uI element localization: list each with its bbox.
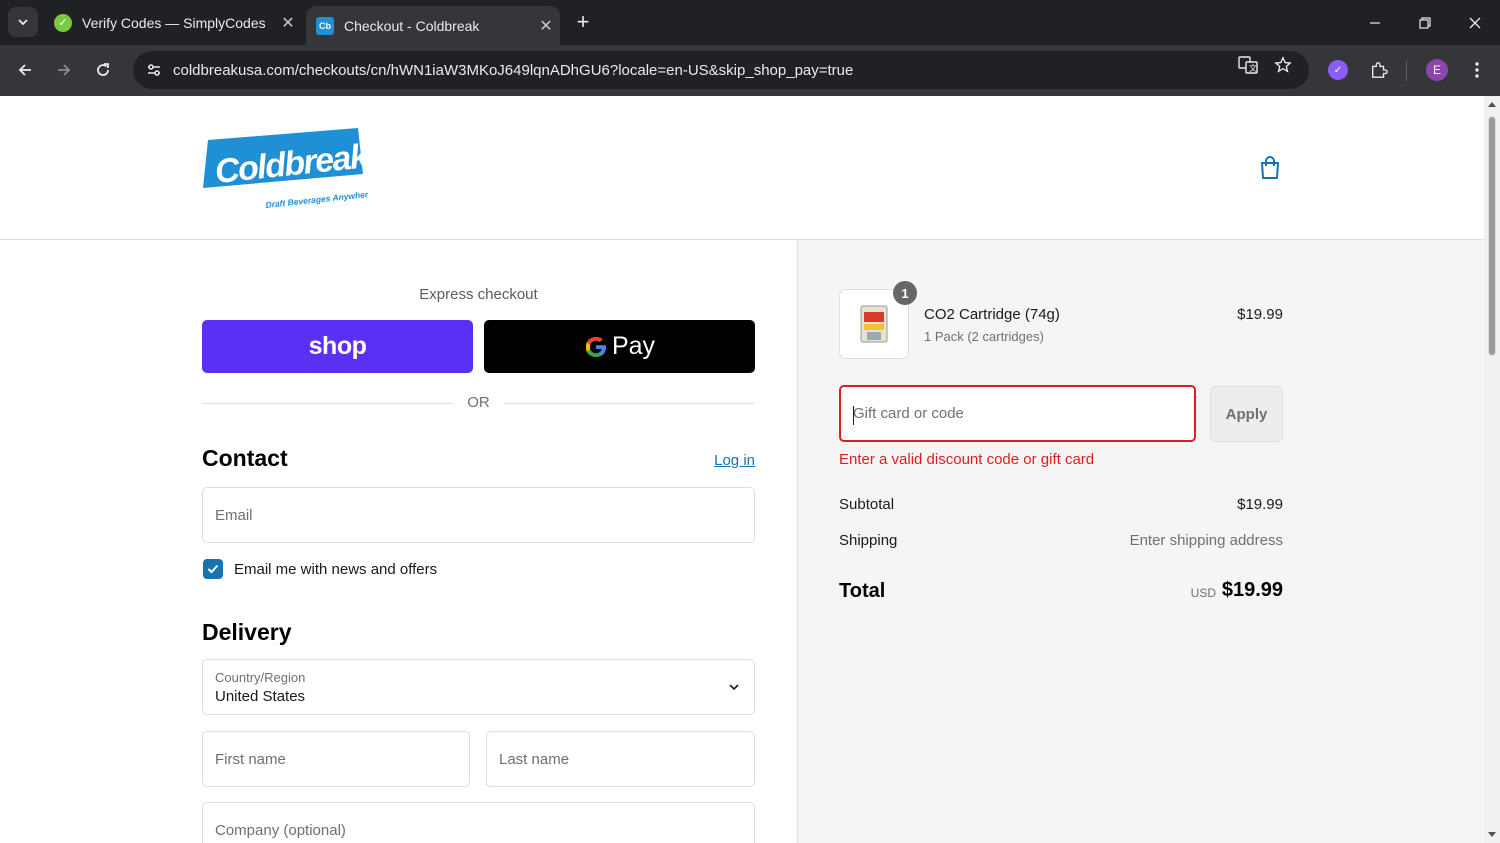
google-g-icon [585,336,606,357]
close-icon[interactable]: ✕ [274,13,302,33]
company-placeholder: Company (optional) [215,821,346,839]
forward-button[interactable] [49,55,79,85]
tab-checkout[interactable]: Cb Checkout - Coldbreak ✕ [306,6,560,45]
country-value: United States [215,688,306,705]
shop-pay-button[interactable]: shop [202,320,473,373]
quantity-badge: 1 [893,281,917,305]
site-info-button[interactable] [137,51,171,89]
shipping-value: Enter shipping address [1129,532,1283,549]
checkout-header: Coldbreak Draft Beverages Anywhere [0,96,1484,240]
discount-error-message: Enter a valid discount code or gift card [839,451,1095,468]
arrow-right-icon [58,64,71,76]
logo-image: Coldbreak Draft Beverages Anywhere [203,128,374,210]
login-link[interactable]: Log in [700,452,755,469]
cart-button[interactable] [1256,154,1284,182]
browser-toolbar: coldbreakusa.com/checkouts/cn/hWN1iaW3MK… [0,45,1500,96]
arrow-left-icon [18,64,31,76]
total-currency: USD [1190,586,1216,600]
toolbar-divider [1406,61,1407,81]
total-label: Total [839,580,886,602]
product-variant: 1 Pack (2 cartridges) [924,329,1044,344]
email-field[interactable]: Email [202,487,755,543]
google-pay-button[interactable]: Pay [484,320,755,373]
email-placeholder: Email [215,506,253,524]
company-field[interactable]: Company (optional) [202,802,755,843]
shipping-label: Shipping [839,532,898,549]
coldbreak-logo[interactable]: Coldbreak Draft Beverages Anywhere [203,128,374,210]
last-name-placeholder: Last name [499,750,570,768]
discount-placeholder: Gift card or code [853,405,964,422]
close-window-button[interactable] [1450,0,1500,45]
scrollbar-thumb[interactable] [1488,116,1496,356]
tab-simplycodes[interactable]: ✓ Verify Codes — SimplyCodes ✕ [42,0,302,45]
close-icon[interactable]: ✕ [532,16,560,36]
first-name-field[interactable]: First name [202,731,470,787]
back-button[interactable] [10,55,40,85]
translate-icon: 文 [1238,56,1258,74]
scroll-up-arrow[interactable] [1488,102,1496,107]
star-icon [1274,56,1292,73]
browser-menu-button[interactable] [1462,55,1492,85]
profile-button[interactable]: E [1422,55,1452,85]
tune-icon [148,64,160,76]
newsletter-label: Email me with news and offers [234,561,438,578]
google-pay-label: Pay [611,332,656,360]
restore-button[interactable] [1400,0,1450,45]
extension-simplycodes[interactable]: ✓ [1323,55,1353,85]
bookmark-button[interactable] [1272,54,1294,76]
express-checkout-label: Express checkout [419,286,538,303]
text-caret [853,406,854,425]
subtotal-value: $19.99 [1237,496,1283,513]
discount-code-input[interactable]: Gift card or code [839,385,1196,442]
subtotal-label: Subtotal [839,496,895,513]
simplycodes-favicon: ✓ [54,13,72,32]
scroll-down-arrow[interactable] [1488,832,1496,837]
last-name-field[interactable]: Last name [486,731,755,787]
contact-heading: Contact [202,445,288,471]
coldbreak-favicon: Cb [316,16,334,35]
puzzle-icon [1372,62,1388,78]
restore-icon [1419,16,1431,29]
reload-icon [97,63,109,76]
close-icon [1469,17,1481,28]
or-divider: OR [202,394,755,414]
apply-label: Apply [1225,405,1268,423]
tab-title: Verify Codes — SimplyCodes [82,14,266,31]
minimize-icon [1370,21,1380,24]
minimize-button[interactable] [1350,0,1400,45]
divider-line [504,403,755,404]
country-select[interactable]: Country/Region United States [202,659,755,715]
product-image [860,305,888,343]
url-text[interactable]: coldbreakusa.com/checkouts/cn/hWN1iaW3MK… [171,62,853,79]
country-label: Country/Region [215,670,306,685]
product-price: $19.99 [1237,306,1283,323]
reload-button[interactable] [88,55,118,85]
delivery-heading: Delivery [202,619,292,645]
checkmark-icon [207,564,219,574]
shop-pay-label: shop [308,332,367,360]
svg-text:Draft Beverages Anywhere: Draft Beverages Anywhere [265,189,368,208]
newsletter-checkbox[interactable] [203,559,223,579]
chevron-down-icon [18,19,28,26]
product-name: CO2 Cartridge (74g) [924,306,1060,323]
address-bar[interactable]: coldbreakusa.com/checkouts/cn/hWN1iaW3MK… [133,51,1309,89]
page-scrollbar[interactable] [1484,96,1500,843]
more-vert-icon [1475,62,1479,78]
svg-text:文: 文 [1249,63,1257,73]
total-value: $19.99 [1221,579,1283,601]
extensions-button[interactable] [1364,55,1394,85]
shopping-bag-icon [1261,156,1279,179]
translate-button[interactable]: 文 [1237,54,1259,76]
avatar: E [1426,59,1448,81]
browser-tab-bar: ✓ Verify Codes — SimplyCodes ✕ Cb Checko… [0,0,1500,45]
tab-title: Checkout - Coldbreak [344,17,480,34]
tab-search-button[interactable] [8,7,38,37]
apply-discount-button[interactable]: Apply [1210,386,1283,442]
first-name-placeholder: First name [215,750,286,768]
simplycodes-extension-icon: ✓ [1328,60,1348,80]
new-tab-button[interactable]: + [570,9,596,35]
chevron-down-icon [729,684,739,691]
checkout-page: Coldbreak Draft Beverages Anywhere Expre… [0,96,1484,843]
